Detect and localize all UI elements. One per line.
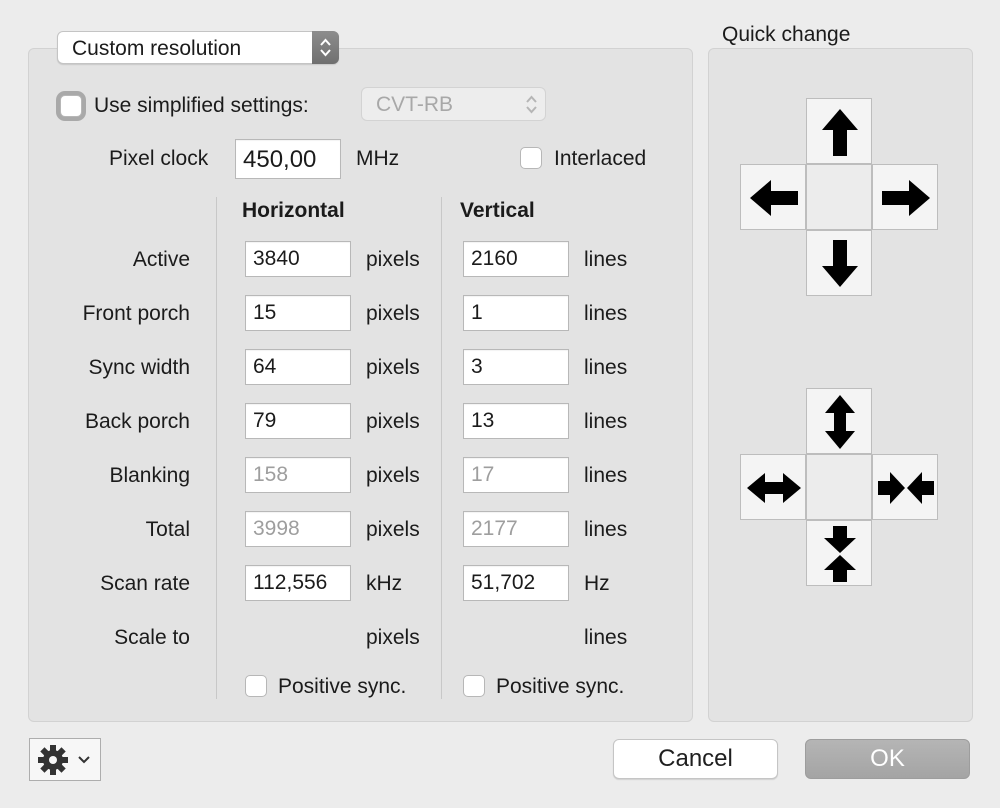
horizontal-value-field: 158 xyxy=(245,457,351,493)
row-label: Scale to xyxy=(114,626,190,649)
horizontal-unit: pixels xyxy=(366,248,420,271)
move-center xyxy=(806,164,872,230)
horizontal-unit: pixels xyxy=(366,464,420,487)
move-up-button[interactable] xyxy=(806,98,872,164)
resize-center xyxy=(806,454,872,520)
popup-stepper-icon xyxy=(312,31,339,64)
vertical-value-field: 17 xyxy=(463,457,569,493)
vertical-unit: lines xyxy=(584,356,628,379)
move-down-button[interactable] xyxy=(806,230,872,296)
horizontal-unit: pixels xyxy=(366,626,420,649)
horizontal-unit: pixels xyxy=(366,518,420,541)
column-divider xyxy=(216,197,217,699)
row-label: Active xyxy=(132,248,190,271)
ok-button[interactable]: OK xyxy=(805,739,970,779)
vertical-value-field[interactable]: 1 xyxy=(463,295,569,331)
gear-icon xyxy=(38,745,90,775)
vertical-value-field[interactable]: 13 xyxy=(463,403,569,439)
horizontal-unit: pixels xyxy=(366,410,420,433)
move-left-button[interactable] xyxy=(740,164,806,230)
shrink-vertical-icon xyxy=(824,526,856,582)
interlaced-checkbox[interactable] xyxy=(520,147,542,169)
vertical-value-field: 2177 xyxy=(463,511,569,547)
shrink-horizontal-button[interactable] xyxy=(872,454,938,520)
pixel-clock-field[interactable]: 450,00 xyxy=(235,139,341,179)
row-label: Blanking xyxy=(109,464,190,487)
horizontal-value-field[interactable]: 3840 xyxy=(245,241,351,277)
vertical-unit: lines xyxy=(584,464,628,487)
horizontal-unit: pixels xyxy=(366,302,420,325)
vertical-unit: lines xyxy=(584,302,628,325)
vertical-positive-sync-label: Positive sync. xyxy=(496,675,625,698)
vertical-header: Vertical xyxy=(460,199,535,222)
cancel-button[interactable]: Cancel xyxy=(613,739,778,779)
horizontal-value-field[interactable]: 15 xyxy=(245,295,351,331)
simplified-settings-label: Use simplified settings: xyxy=(94,94,309,117)
horizontal-value-field[interactable]: 64 xyxy=(245,349,351,385)
horizontal-unit: kHz xyxy=(366,572,403,595)
horizontal-positive-sync-label: Positive sync. xyxy=(278,675,407,698)
shrink-horizontal-icon xyxy=(878,472,934,504)
arrow-down-icon xyxy=(822,240,858,287)
preset-stepper-icon xyxy=(518,88,545,120)
expand-vertical-icon xyxy=(825,395,855,449)
horizontal-value-field: 3998 xyxy=(245,511,351,547)
quick-change-title: Quick change xyxy=(722,23,851,46)
resolution-type-popup[interactable]: Custom resolution xyxy=(57,31,339,64)
row-label: Scan rate xyxy=(100,572,190,595)
vertical-unit: lines xyxy=(584,410,628,433)
chevron-down-icon xyxy=(78,756,90,764)
row-label: Back porch xyxy=(84,410,190,433)
horizontal-value-field[interactable]: 79 xyxy=(245,403,351,439)
pixel-clock-unit: MHz xyxy=(356,147,400,170)
vertical-value-field[interactable]: 3 xyxy=(463,349,569,385)
vertical-value-field[interactable]: 51,702 xyxy=(463,565,569,601)
simplified-settings-checkbox[interactable] xyxy=(60,95,82,117)
vertical-unit: lines xyxy=(584,518,628,541)
pixel-clock-label: Pixel clock xyxy=(109,147,209,170)
resolution-type-label: Custom resolution xyxy=(72,37,242,60)
arrow-right-icon xyxy=(882,180,930,216)
expand-vertical-button[interactable] xyxy=(806,388,872,454)
simplified-preset-label: CVT-RB xyxy=(376,93,454,116)
column-divider xyxy=(441,197,442,699)
vertical-unit: lines xyxy=(584,248,628,271)
horizontal-header: Horizontal xyxy=(242,199,345,222)
row-label: Total xyxy=(145,518,190,541)
vertical-positive-sync-checkbox[interactable] xyxy=(463,675,485,697)
expand-horizontal-icon xyxy=(747,473,801,503)
simplified-preset-popup: CVT-RB xyxy=(361,87,546,121)
horizontal-unit: pixels xyxy=(366,356,420,379)
horizontal-value-field[interactable]: 112,556 xyxy=(245,565,351,601)
gear-menu-button[interactable] xyxy=(29,738,101,781)
move-right-button[interactable] xyxy=(872,164,938,230)
vertical-unit: Hz xyxy=(584,572,610,595)
arrow-left-icon xyxy=(750,180,798,216)
vertical-unit: lines xyxy=(584,626,628,649)
horizontal-positive-sync-checkbox[interactable] xyxy=(245,675,267,697)
vertical-value-field[interactable]: 2160 xyxy=(463,241,569,277)
expand-horizontal-button[interactable] xyxy=(740,454,806,520)
row-label: Front porch xyxy=(82,302,190,325)
interlaced-label: Interlaced xyxy=(554,147,647,170)
shrink-vertical-button[interactable] xyxy=(806,520,872,586)
arrow-up-icon xyxy=(822,109,858,156)
row-label: Sync width xyxy=(88,356,190,379)
